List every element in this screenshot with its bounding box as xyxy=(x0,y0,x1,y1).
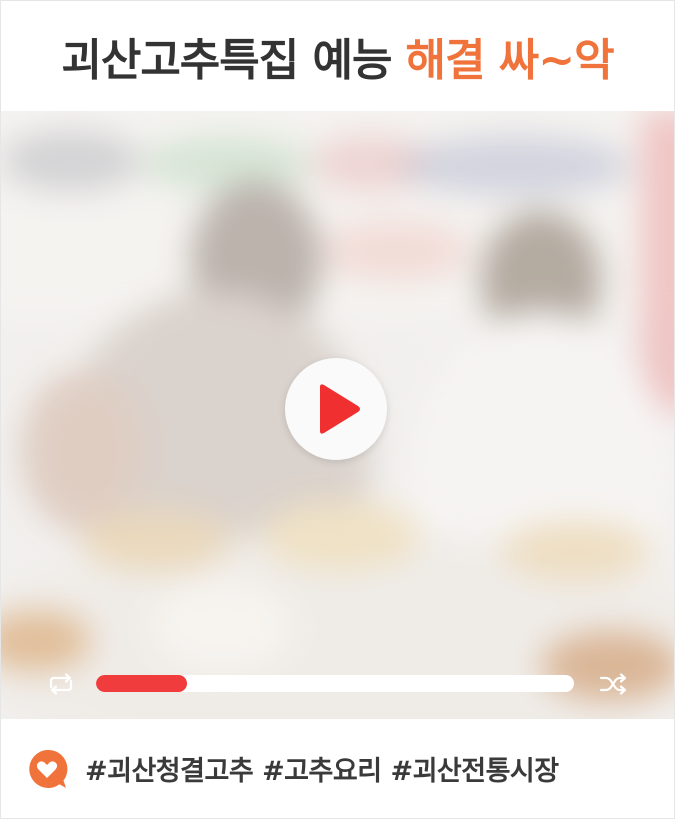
player-controls xyxy=(1,671,674,697)
heart-bubble-icon xyxy=(29,749,68,788)
video-player[interactable] xyxy=(1,111,674,719)
progress-bar[interactable] xyxy=(96,675,574,692)
hashtag-bar: #괴산청결고추 #고추요리 #괴산전통시장 xyxy=(1,719,674,818)
page-title: 괴산고추특집 예능 해결 싸~악 xyxy=(1,1,674,111)
play-icon xyxy=(320,384,360,434)
repeat-icon[interactable] xyxy=(45,673,77,695)
play-button[interactable] xyxy=(285,358,387,460)
hashtags: #괴산청결고추 #고추요리 #괴산전통시장 xyxy=(85,756,559,787)
progress-fill xyxy=(96,675,187,692)
title-main: 괴산고추특집 예능 xyxy=(61,35,392,86)
shuffle-icon[interactable] xyxy=(599,673,627,695)
video-card: 괴산고추특집 예능 해결 싸~악 #괴산청결고추 #고추요리 #괴산전통시장 xyxy=(0,0,675,819)
title-accent: 해결 싸~악 xyxy=(405,35,615,86)
